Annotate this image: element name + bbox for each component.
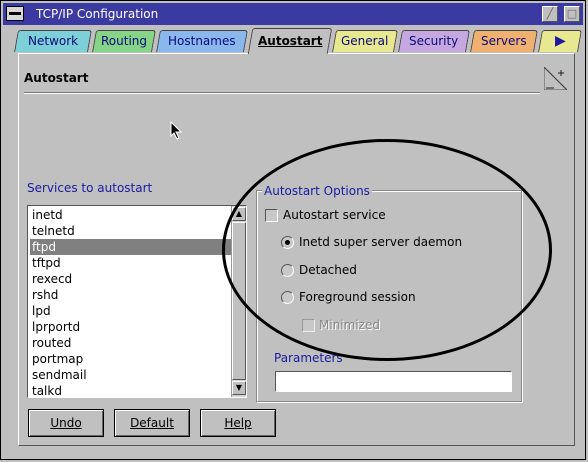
scrollbar-thumb[interactable] — [232, 222, 246, 380]
list-item[interactable]: lpd — [30, 303, 232, 319]
detached-radio[interactable] — [281, 264, 294, 277]
list-item[interactable]: rshd — [30, 287, 232, 303]
list-item[interactable]: portmap — [30, 351, 232, 367]
help-button[interactable]: Help — [200, 409, 276, 437]
right-arrow-icon: ▶ — [554, 33, 566, 49]
scroll-down-arrow-icon[interactable]: ▼ — [232, 381, 246, 395]
list-item[interactable]: sendmail — [30, 367, 232, 383]
scroll-up-arrow-icon[interactable]: ▲ — [232, 207, 246, 221]
list-item[interactable]: ftpd — [30, 239, 232, 255]
list-item[interactable]: inetd — [30, 207, 232, 223]
list-item[interactable]: talkd — [30, 383, 232, 399]
foreground-session-radio[interactable] — [281, 291, 294, 304]
foreground-session-radio-label[interactable]: Foreground session — [299, 290, 416, 304]
services-listbox[interactable]: inetd telnetd ftpd tftpd rexecd rshd lpd lprpor… — [27, 205, 247, 398]
minimized-checkbox[interactable] — [302, 319, 315, 332]
tab-network[interactable]: Network — [14, 30, 92, 52]
autostart-service-label[interactable]: Autostart service — [283, 208, 386, 222]
tab-routing[interactable]: Routing — [92, 30, 156, 52]
tab-autostart[interactable]: Autostart — [247, 28, 333, 54]
window-title: TCP/IP Configuration — [36, 7, 159, 21]
default-button[interactable]: Default — [114, 409, 190, 437]
tab-security[interactable]: Security — [398, 30, 470, 52]
tab-general[interactable]: General — [332, 30, 398, 52]
mouse-pointer-icon — [170, 121, 183, 140]
inetd-radio-label[interactable]: Inetd super server daemon — [299, 235, 462, 249]
tab-servers[interactable]: Servers — [470, 30, 538, 52]
system-menu-icon[interactable] — [6, 6, 24, 21]
services-label: Services to autostart — [27, 181, 153, 195]
inetd-radio[interactable] — [281, 236, 294, 249]
autostart-service-checkbox[interactable] — [265, 209, 278, 222]
detached-radio-label[interactable]: Detached — [299, 263, 357, 277]
tab-scroll-right[interactable]: ▶ — [538, 30, 582, 52]
maximize-button[interactable] — [564, 6, 580, 22]
services-scrollbar[interactable]: ▲ ▼ — [231, 206, 246, 397]
undo-button[interactable]: Undo — [28, 409, 104, 437]
parameters-input[interactable] — [275, 371, 512, 392]
page-turn-icon[interactable] — [544, 67, 567, 90]
title-divider — [24, 92, 540, 94]
list-item[interactable]: lprportd — [30, 319, 232, 335]
tab-hostnames[interactable]: Hostnames — [156, 30, 248, 52]
minimized-label[interactable]: Minimized — [319, 318, 380, 332]
list-item[interactable]: rexecd — [30, 271, 232, 287]
parameters-label: Parameters — [274, 351, 343, 365]
hide-button[interactable] — [542, 6, 558, 22]
list-item[interactable]: telnetd — [30, 223, 232, 239]
autostart-options-label: Autostart Options — [262, 184, 372, 198]
page-title: Autostart — [24, 71, 89, 85]
list-item[interactable]: routed — [30, 335, 232, 351]
list-item[interactable]: tftpd — [30, 255, 232, 271]
